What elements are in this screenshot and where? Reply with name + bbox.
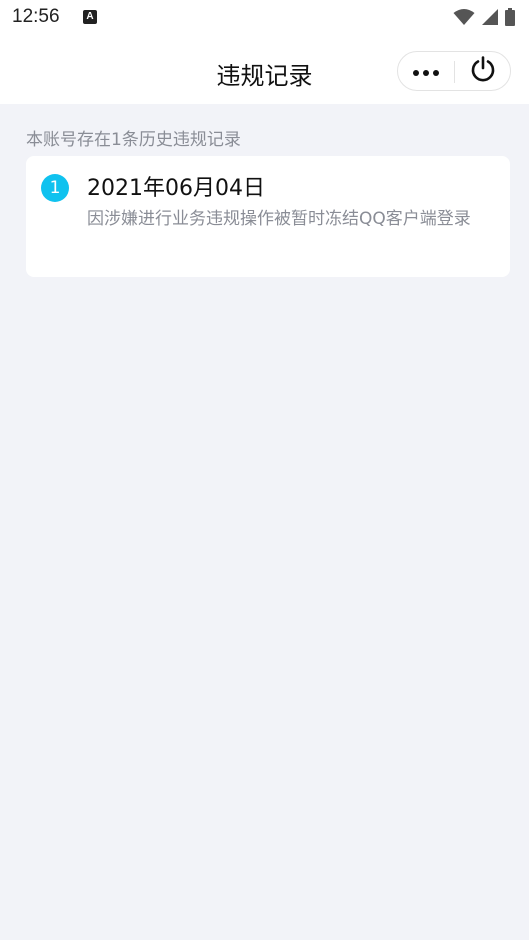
- status-time: 12:56: [12, 6, 60, 27]
- status-icons: [453, 8, 515, 30]
- mini-program-capsule: [397, 51, 511, 91]
- more-button[interactable]: [398, 52, 454, 90]
- notification-a-icon: A: [83, 10, 97, 24]
- more-dots-icon: [412, 62, 440, 81]
- record-index-badge: 1: [41, 174, 69, 202]
- violation-record-card: 1 2021年06月04日 因涉嫌进行业务违规操作被暂时冻结QQ客户端登录: [26, 156, 510, 277]
- navigation-bar: 违规记录: [0, 36, 529, 104]
- power-icon: [470, 56, 496, 86]
- battery-icon: [505, 8, 515, 30]
- wifi-icon: [453, 8, 475, 30]
- record-date: 2021年06月04日: [87, 176, 265, 201]
- status-bar: 12:56 A: [0, 0, 529, 36]
- signal-icon: [481, 8, 499, 30]
- record-summary: 本账号存在1条历史违规记录: [26, 130, 241, 150]
- record-description: 因涉嫌进行业务违规操作被暂时冻结QQ客户端登录: [87, 209, 471, 229]
- close-button[interactable]: [455, 52, 511, 90]
